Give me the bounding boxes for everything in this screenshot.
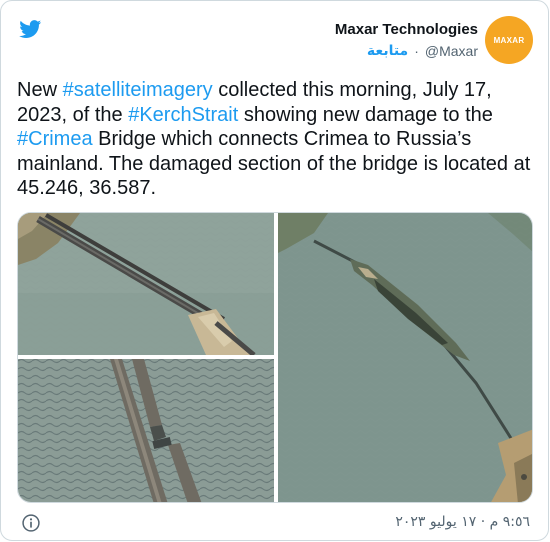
tweet-text-segment: New [17, 79, 63, 101]
info-icon[interactable] [21, 513, 41, 533]
satellite-image-damage-closeup[interactable] [18, 359, 274, 503]
tweet-card: MAXAR Maxar Technologies متابعة · @Maxar… [0, 0, 549, 541]
hashtag-link[interactable]: #Crimea [17, 128, 93, 150]
follow-button[interactable]: متابعة [367, 43, 408, 59]
twitter-bird-icon[interactable] [18, 18, 43, 40]
hashtag-link[interactable]: #satelliteimagery [63, 79, 213, 101]
avatar[interactable]: MAXAR [485, 16, 533, 64]
author-handle[interactable]: @Maxar [425, 43, 478, 59]
tweet-text: New #satelliteimagery collected this mor… [17, 78, 537, 201]
tweet-text-segment: showing new damage to the [238, 103, 493, 126]
satellite-image-strait-wide[interactable] [278, 213, 533, 503]
author-name[interactable]: Maxar Technologies [335, 21, 478, 38]
satellite-image-bridge-overview[interactable] [18, 213, 274, 357]
meta-separator: · [414, 43, 419, 59]
tweet-text-segment: Bridge which connects Crimea to Russia’s… [17, 128, 531, 200]
media-grid [17, 212, 533, 503]
author-meta: متابعة · @Maxar [367, 43, 478, 59]
tweet-timestamp[interactable]: ٩:٥٦ م · ١٧ يوليو ٢٠٢٣ [395, 514, 530, 530]
hashtag-link[interactable]: #KerchStrait [128, 104, 238, 126]
avatar-text: MAXAR [493, 35, 525, 45]
